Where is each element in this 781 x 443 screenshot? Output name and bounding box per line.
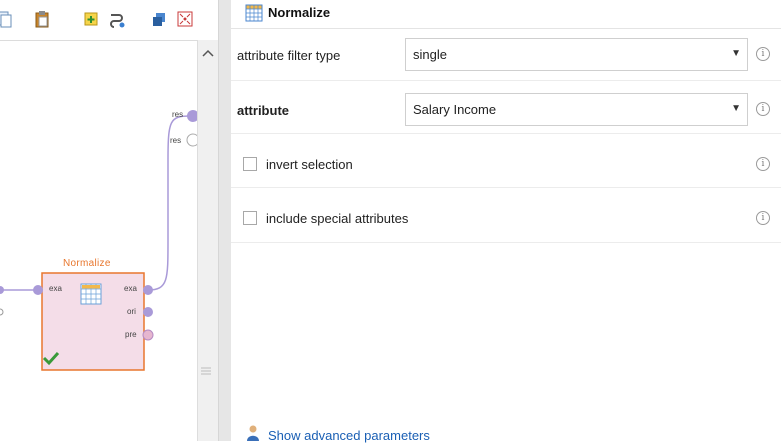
invert-selection-checkbox[interactable] bbox=[243, 157, 257, 171]
upstream-port bbox=[0, 286, 4, 294]
auto-wire-icon[interactable] bbox=[108, 10, 126, 28]
operator-output-port-exa[interactable] bbox=[143, 285, 153, 295]
operator-input-port[interactable] bbox=[33, 285, 43, 295]
normalize-table-icon bbox=[80, 283, 102, 305]
result-port-label-2: res bbox=[170, 136, 182, 145]
row-divider bbox=[231, 133, 781, 134]
attribute-select[interactable]: Salary Income ▼ bbox=[405, 93, 748, 126]
operator-output-port-label-exa: exa bbox=[124, 284, 137, 293]
attribute-value: Salary Income bbox=[413, 102, 497, 117]
add-building-block-icon[interactable] bbox=[82, 10, 100, 28]
operator-output-port-label-ori: ori bbox=[127, 307, 136, 316]
result-port-label-1: res bbox=[172, 110, 184, 119]
splitter-grip-icon[interactable] bbox=[200, 366, 212, 376]
advanced-user-icon bbox=[247, 425, 259, 441]
paste-icon[interactable] bbox=[33, 10, 51, 28]
info-icon[interactable]: i bbox=[756, 157, 770, 171]
dropdown-arrow-icon: ▼ bbox=[731, 48, 741, 59]
canvas-scrollbar[interactable] bbox=[197, 40, 219, 441]
process-toolbar bbox=[0, 0, 218, 41]
copy-icon[interactable] bbox=[0, 10, 12, 28]
operator-output-port-ori[interactable] bbox=[143, 307, 153, 317]
attribute-label: attribute bbox=[237, 103, 289, 118]
upstream-port-2 bbox=[0, 308, 4, 316]
output-connection[interactable] bbox=[147, 115, 191, 291]
info-icon[interactable]: i bbox=[756, 47, 770, 61]
parameters-title: Normalize bbox=[268, 5, 331, 20]
row-divider bbox=[231, 80, 781, 81]
info-icon[interactable]: i bbox=[756, 211, 770, 225]
scroll-up-icon[interactable] bbox=[201, 46, 215, 60]
arrange-icon[interactable] bbox=[150, 10, 168, 28]
attribute-filter-type-select[interactable]: single ▼ bbox=[405, 38, 748, 71]
operator-output-port-pre[interactable] bbox=[142, 329, 154, 341]
row-divider bbox=[231, 187, 781, 188]
operator-input-port-label: exa bbox=[49, 284, 62, 293]
invert-selection-label: invert selection bbox=[266, 157, 353, 172]
operator-output-port-label-pre: pre bbox=[125, 330, 137, 339]
include-special-attributes-checkbox[interactable] bbox=[243, 211, 257, 225]
fit-view-icon[interactable] bbox=[176, 10, 194, 28]
result-port-1[interactable] bbox=[187, 110, 197, 122]
include-special-attributes-label: include special attributes bbox=[266, 211, 409, 226]
process-flow bbox=[0, 110, 197, 371]
info-icon[interactable]: i bbox=[756, 102, 770, 116]
attribute-filter-type-value: single bbox=[413, 47, 447, 62]
result-port-2[interactable] bbox=[186, 133, 197, 147]
normalize-icon bbox=[245, 4, 263, 22]
row-divider bbox=[231, 242, 781, 243]
operator-title: Normalize bbox=[63, 258, 111, 269]
panel-splitter[interactable] bbox=[218, 0, 232, 441]
attribute-filter-type-label: attribute filter type bbox=[237, 48, 341, 63]
dropdown-arrow-icon: ▼ bbox=[731, 103, 741, 114]
